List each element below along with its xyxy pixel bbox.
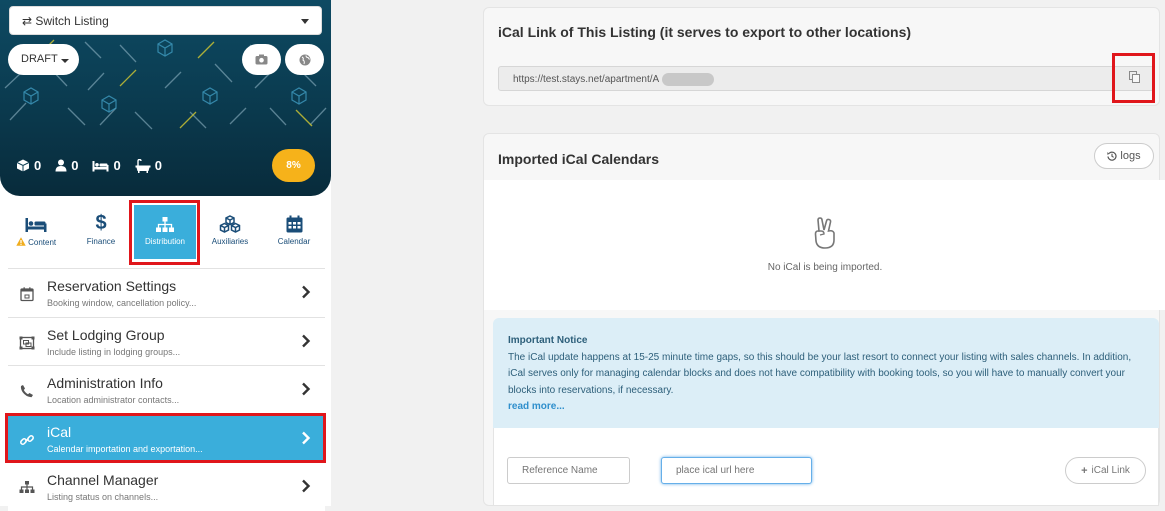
completion-badge: 8% — [272, 149, 315, 182]
chevron-down-icon — [61, 59, 69, 63]
menu-item-reservation-settings[interactable]: Reservation Settings Booking window, can… — [8, 268, 325, 317]
ical-url-input[interactable] — [661, 457, 812, 484]
chevron-right-icon — [302, 334, 311, 347]
menu-item-title: Channel Manager — [47, 472, 159, 488]
listing-stats: 0 0 0 0 — [16, 158, 162, 173]
plus-icon: + — [1081, 464, 1088, 477]
tab-finance-label: Finance — [86, 237, 116, 246]
camera-icon — [255, 54, 268, 65]
group-object-icon — [19, 336, 35, 349]
stat-beds: 0 — [92, 158, 121, 173]
add-ical-link-label: iCal Link — [1091, 465, 1130, 476]
chevron-right-icon — [302, 285, 311, 299]
stat-units: 0 — [16, 158, 41, 173]
phone-icon — [20, 385, 33, 398]
menu-item-title: Administration Info — [47, 375, 163, 391]
listing-header: ⇄ Switch Listing DRAFT 0 0 0 0 8% — [0, 0, 331, 196]
settings-menu: Reservation Settings Booking window, can… — [8, 268, 325, 511]
sidebar: ⇄ Switch Listing DRAFT 0 0 0 0 8% Conten… — [0, 0, 331, 511]
stat-bathrooms-value: 0 — [154, 158, 162, 173]
menu-item-subtitle: Location administrator contacts... — [47, 395, 180, 405]
ical-export-title: iCal Link of This Listing (it serves to … — [498, 24, 912, 40]
ical-export-card: iCal Link of This Listing (it serves to … — [483, 7, 1160, 106]
tab-highlight-box — [129, 200, 200, 265]
menu-item-channel-manager[interactable]: Channel Manager Listing status on channe… — [8, 462, 325, 511]
camera-button[interactable] — [242, 44, 281, 75]
stat-guests: 0 — [55, 158, 78, 173]
reference-name-input[interactable] — [507, 457, 630, 484]
globe-button[interactable] — [285, 44, 324, 75]
chevron-down-icon — [301, 19, 309, 24]
cubes-icon — [219, 215, 241, 233]
menu-highlight-box — [5, 413, 326, 463]
menu-item-administration-info[interactable]: Administration Info Location administrat… — [8, 365, 325, 414]
status-label: DRAFT — [21, 53, 58, 65]
notice-body: The iCal update happens at 15-25 minute … — [508, 351, 1132, 396]
bathtub-icon — [135, 158, 151, 173]
stat-bathrooms: 0 — [135, 158, 162, 173]
history-icon — [1107, 151, 1117, 161]
important-notice: Important Notice The iCal update happens… — [493, 318, 1159, 428]
sitemap-icon — [19, 481, 35, 493]
user-icon — [55, 159, 67, 172]
read-more-link[interactable]: read more... — [508, 399, 1144, 416]
chevron-right-icon — [302, 382, 311, 396]
menu-item-subtitle: Include listing in lodging groups... — [47, 346, 181, 357]
cube-icon — [16, 159, 30, 172]
calendar-check-icon — [20, 287, 34, 302]
tab-finance[interactable]: $ Finance — [70, 205, 132, 259]
tab-calendar-label: Calendar — [277, 237, 311, 246]
bed-icon — [92, 160, 109, 171]
ical-export-url-field[interactable]: https://test.stays.net/apartment/A — [498, 66, 1154, 91]
warning-icon — [16, 237, 26, 246]
chevron-right-icon — [302, 479, 311, 493]
notice-title: Important Notice — [508, 335, 588, 346]
menu-item-subtitle: Listing status on channels... — [47, 492, 159, 502]
tab-auxiliaries[interactable]: Auxiliaries — [199, 205, 261, 259]
switch-listing-select[interactable]: ⇄ Switch Listing — [9, 6, 322, 35]
stat-units-value: 0 — [34, 158, 42, 173]
copy-highlight-box — [1112, 53, 1155, 103]
bed-icon — [25, 218, 47, 232]
ical-import-card: Imported iCal Calendars logs No iCal is … — [483, 133, 1165, 506]
tab-auxiliaries-label: Auxiliaries — [211, 237, 249, 246]
empty-state: No iCal is being imported. — [484, 180, 1165, 310]
ical-import-title: Imported iCal Calendars — [498, 151, 660, 167]
tab-content[interactable]: Content — [5, 205, 67, 259]
calendar-icon — [286, 215, 302, 233]
tab-content-label: Content — [28, 238, 57, 247]
add-ical-link-button[interactable]: + iCal Link — [1065, 457, 1146, 484]
stat-guests-value: 0 — [71, 158, 79, 173]
stat-beds-value: 0 — [113, 158, 121, 173]
redacted-blur — [662, 73, 715, 86]
menu-item-title: Reservation Settings — [47, 278, 177, 294]
logs-button[interactable]: logs — [1094, 143, 1154, 169]
switch-listing-label: ⇄ Switch Listing — [22, 14, 109, 28]
logs-label: logs — [1120, 150, 1141, 162]
add-ical-form: + iCal Link — [493, 428, 1159, 506]
dollar-icon: $ — [95, 212, 107, 234]
menu-item-title: Set Lodging Group — [47, 326, 165, 343]
menu-item-subtitle: Booking window, cancellation policy... — [47, 298, 197, 308]
status-dropdown[interactable]: DRAFT — [8, 44, 79, 75]
peace-hand-icon — [814, 217, 835, 249]
empty-state-text: No iCal is being imported. — [767, 262, 883, 273]
globe-icon — [299, 54, 310, 65]
ical-export-url: https://test.stays.net/apartment/A — [513, 74, 660, 86]
menu-item-lodging-group[interactable]: Set Lodging Group Include listing in lod… — [8, 316, 325, 365]
tab-calendar[interactable]: Calendar — [263, 205, 325, 259]
